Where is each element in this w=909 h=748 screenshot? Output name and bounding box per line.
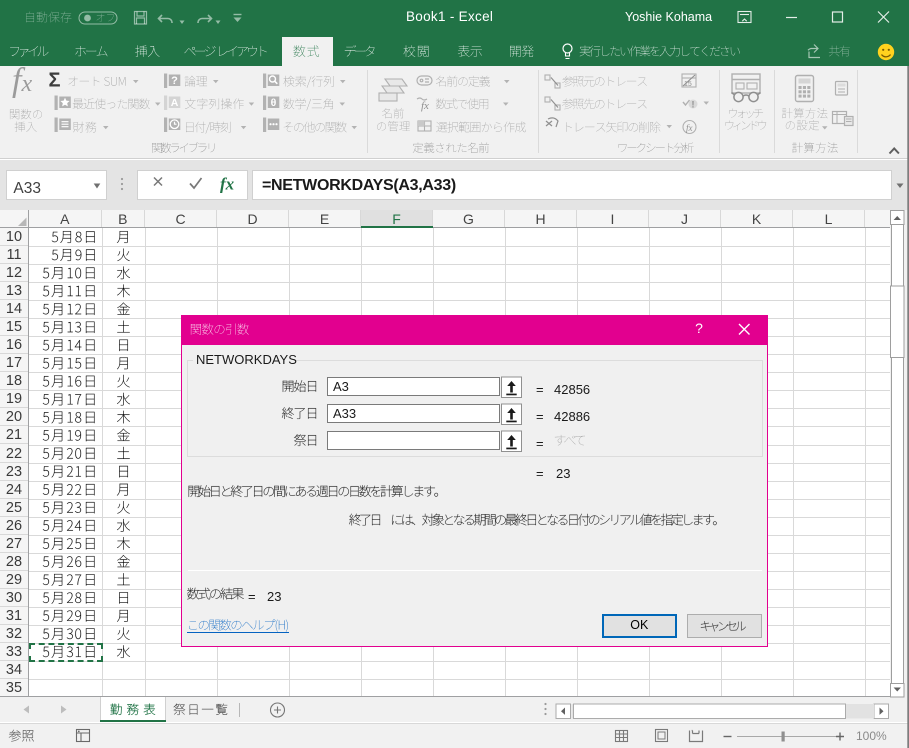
svg-text:fx: fx xyxy=(421,100,429,112)
svg-text:fx: fx xyxy=(686,123,693,133)
svg-text:?: ? xyxy=(171,75,178,87)
svg-text:A: A xyxy=(171,97,179,109)
svg-text:θ: θ xyxy=(271,97,277,109)
svg-text:!: ! xyxy=(692,100,695,110)
svg-text:Σ: Σ xyxy=(49,70,61,92)
svg-text:fx: fx xyxy=(220,175,235,194)
